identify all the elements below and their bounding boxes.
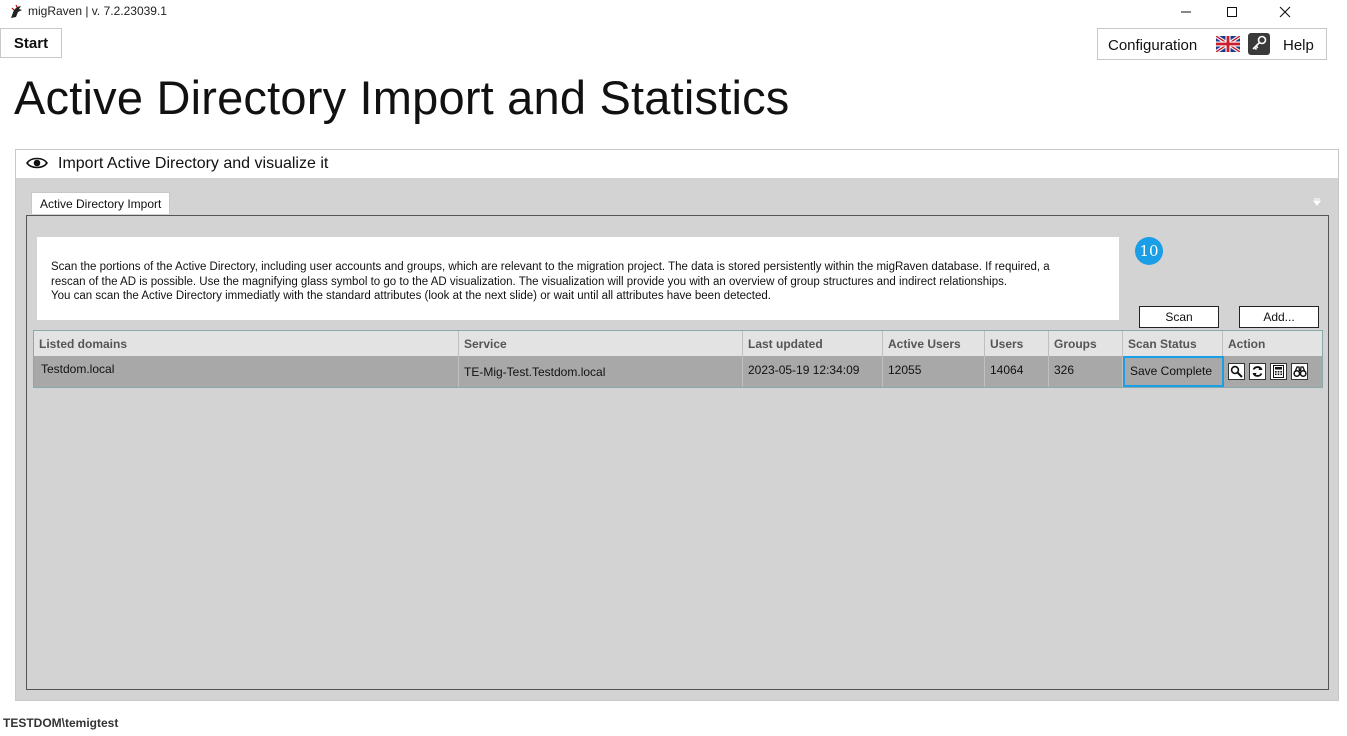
refresh-icon[interactable] xyxy=(1249,363,1266,380)
column-header-active-users[interactable]: Active Users xyxy=(883,331,985,356)
search-icon[interactable] xyxy=(1228,363,1245,380)
maximize-icon xyxy=(1227,7,1237,17)
help-button[interactable]: Help xyxy=(1283,37,1314,54)
close-button[interactable] xyxy=(1255,0,1315,24)
add-button[interactable]: Add... xyxy=(1239,306,1319,328)
key-icon[interactable] xyxy=(1248,33,1270,55)
maximize-button[interactable] xyxy=(1209,0,1255,24)
table-cell-last-updated[interactable]: 2023-05-19 12:34:09 xyxy=(743,356,883,387)
configuration-button[interactable]: Configuration xyxy=(1108,37,1197,54)
tab-active-directory-import[interactable]: Active Directory Import xyxy=(31,192,171,214)
table-cell-groups[interactable]: 326 xyxy=(1049,356,1123,387)
table-cell-users[interactable]: 14064 xyxy=(985,356,1049,387)
column-header-service[interactable]: Service xyxy=(459,331,743,356)
column-header-action[interactable]: Action xyxy=(1223,331,1322,356)
migraven-logo-icon xyxy=(11,4,22,18)
binoculars-icon[interactable] xyxy=(1291,363,1308,380)
current-user-label: TESTDOM\temigtest xyxy=(3,716,119,730)
start-button[interactable]: Start xyxy=(0,28,62,58)
table-cell-active-users[interactable]: 12055 xyxy=(883,356,985,387)
minimize-icon xyxy=(1181,11,1191,13)
calculator-icon[interactable] xyxy=(1270,363,1287,380)
tab-panel: Scan the portions of the Active Director… xyxy=(26,215,1329,690)
expander-title: Import Active Directory and visualize it xyxy=(58,155,329,172)
eye-icon xyxy=(26,157,48,169)
page-title: Active Directory Import and Statistics xyxy=(14,71,790,124)
column-header-listed-domains[interactable]: Listed domains xyxy=(34,331,459,356)
window-title: migRaven | v. 7.2.23039.1 xyxy=(28,4,167,18)
expander-header[interactable]: Import Active Directory and visualize it xyxy=(16,150,1338,178)
table-cell-service[interactable]: TE-Mig-Test.Testdom.local xyxy=(459,356,743,387)
description-line: Scan the portions of the Active Director… xyxy=(51,261,1050,273)
import-expander: Import Active Directory and visualize it… xyxy=(15,149,1339,701)
config-help-bar: Configuration Help xyxy=(1097,28,1327,60)
table-cell-domain[interactable]: Testdom.local xyxy=(34,356,459,387)
domains-table: Listed domains Service Last updated Acti… xyxy=(33,330,1323,388)
description-line: You can scan the Active Directory immedi… xyxy=(51,290,771,302)
column-header-users[interactable]: Users xyxy=(985,331,1049,356)
column-header-scan-status[interactable]: Scan Status xyxy=(1123,331,1223,356)
table-cell-scan-status[interactable]: Save Complete xyxy=(1123,356,1224,387)
description-line: rescan of the AD is possible. Use the ma… xyxy=(51,275,1008,288)
tab-dropdown-icon[interactable] xyxy=(1312,198,1322,206)
column-header-groups[interactable]: Groups xyxy=(1049,331,1123,356)
uk-flag-icon[interactable] xyxy=(1216,36,1240,52)
step-number-badge: 10 xyxy=(1135,237,1163,265)
minimize-button[interactable] xyxy=(1163,0,1209,24)
scan-button[interactable]: Scan xyxy=(1139,306,1219,328)
description-text: Scan the portions of the Active Director… xyxy=(37,237,1119,320)
close-icon xyxy=(1279,6,1291,18)
column-header-last-updated[interactable]: Last updated xyxy=(743,331,883,356)
status-bar: TESTDOM\temigtest xyxy=(0,706,1347,736)
